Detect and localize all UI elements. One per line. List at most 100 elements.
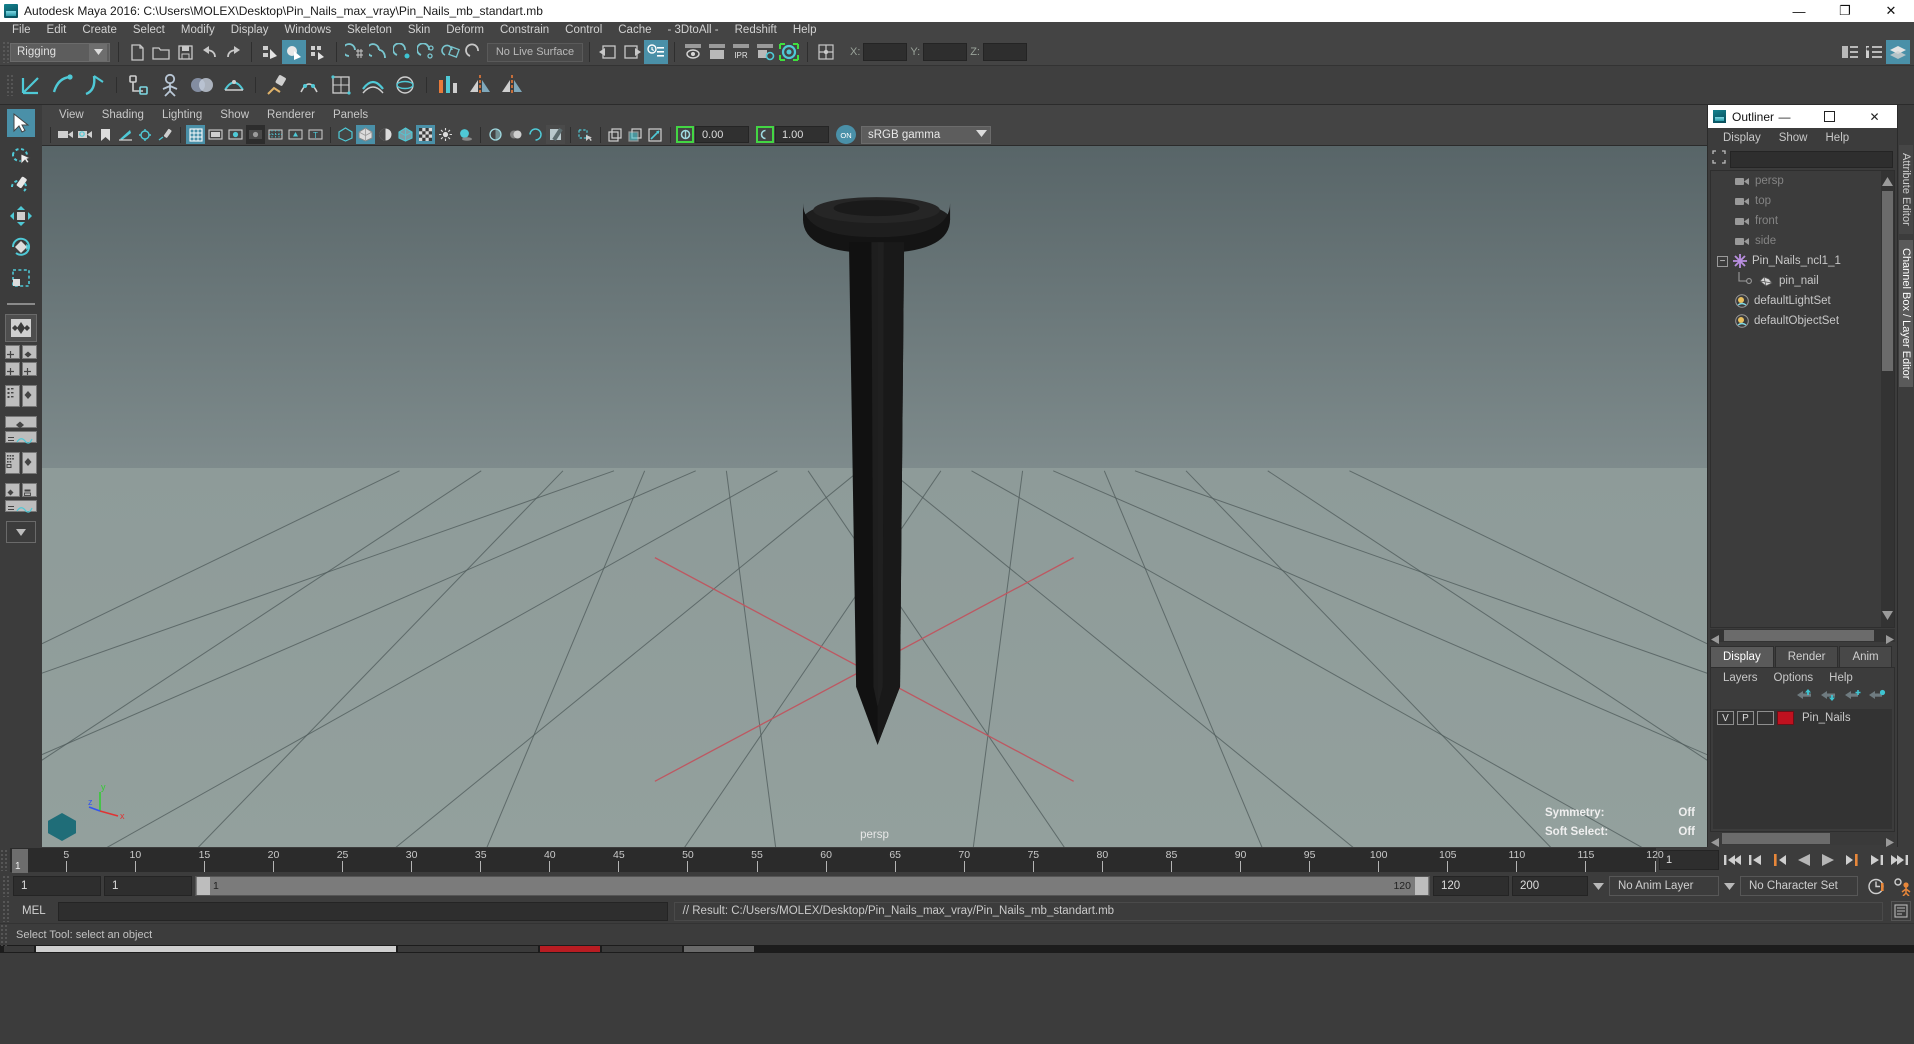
wireframe-icon[interactable] [336,125,355,144]
menu-item-control[interactable]: Control [557,22,610,39]
xray-active-components-icon[interactable] [646,125,665,144]
mirror-icon[interactable] [465,70,495,100]
viewport-menu-show[interactable]: Show [211,109,258,121]
layer-color-swatch[interactable] [1777,711,1794,725]
paint-select-tool[interactable] [7,171,35,199]
outliner-menu-show[interactable]: Show [1770,132,1817,144]
scroll-up-arrow-icon[interactable] [1882,173,1893,191]
persp-outliner-graph-layout[interactable] [5,483,37,497]
outliner-item-defaultlightset[interactable]: defaultLightSet [1711,291,1894,311]
render-current-frame-icon[interactable] [681,40,705,64]
layer-shading-toggle[interactable] [1757,711,1774,725]
outliner-tree[interactable]: persp top front side − Pin_Nails_ncl1_1 pin_na… [1710,170,1895,628]
time-slider-track[interactable]: 1 5 10 15 20 25 30 35 40 45 50 55 60 65 70 75 80 85 90 95 1… [10,848,1664,873]
range-start-field[interactable]: 1 [104,876,192,896]
undo-icon[interactable] [197,40,221,64]
taskbar-item[interactable] [684,946,754,952]
outliner-item-top[interactable]: top [1711,191,1894,211]
scroll-right-arrow-icon[interactable] [1886,834,1894,852]
viewport-menu-panels[interactable]: Panels [324,109,377,121]
outliner-menu-help[interactable]: Help [1817,132,1859,144]
show-hide-tool-settings-icon[interactable] [1862,40,1886,64]
color-management-toggle-icon[interactable]: ON [836,125,856,144]
outliner-item-front[interactable]: front [1711,211,1894,231]
anim-start-field[interactable]: 1 [13,876,101,896]
taskbar-item[interactable] [602,946,682,952]
current-time-indicator[interactable]: 1 [12,849,28,873]
outliner-scroll-thumb[interactable] [1882,191,1893,371]
output-connections-icon[interactable] [620,40,644,64]
menu-item-deform[interactable]: Deform [438,22,492,39]
select-hierarchy-icon[interactable] [258,40,282,64]
menu-item-create[interactable]: Create [74,22,125,39]
move-layer-down-icon[interactable] [1821,688,1838,706]
ik-spline-handle-icon[interactable] [80,70,110,100]
safe-action-icon[interactable] [286,125,305,144]
snap-to-live-icon[interactable] [463,40,487,64]
scroll-left-arrow-icon[interactable] [1711,834,1719,852]
move-tool[interactable] [7,202,35,230]
create-skeleton-icon[interactable] [123,70,153,100]
screen-space-ao-icon[interactable] [486,125,505,144]
film-gate-icon[interactable] [206,125,225,144]
new-layer-icon[interactable] [1845,688,1862,706]
exposure-value[interactable]: 0.00 [695,126,749,143]
more-layouts[interactable] [6,521,36,543]
input-connections-icon[interactable] [596,40,620,64]
outliner-vertical-scrollbar[interactable] [1881,171,1894,627]
menu-item-skin[interactable]: Skin [400,22,438,39]
grease-pencil-icon[interactable] [156,125,175,144]
menu-item-windows[interactable]: Windows [276,22,339,39]
menu-item-skeleton[interactable]: Skeleton [339,22,400,39]
persp-graph-editor-layout[interactable] [5,431,37,444]
menuset-dropdown[interactable]: Rigging [10,42,110,62]
viewport-menu-shading[interactable]: Shading [93,109,153,121]
outliner-filter-icon[interactable] [1712,149,1726,169]
tab-render[interactable]: Render [1774,646,1839,667]
show-hide-attribute-editor-icon[interactable] [1838,40,1862,64]
play-forwards-icon[interactable] [1816,849,1839,871]
layer-horizontal-scrollbar[interactable] [1710,832,1895,847]
shelf-grip[interactable] [6,74,14,96]
save-scene-icon[interactable] [173,40,197,64]
animation-preferences-icon[interactable] [1891,875,1914,897]
persp-outliner-layout[interactable] [5,385,37,407]
layer-hscroll-thumb[interactable] [1722,833,1830,844]
move-layer-up-icon[interactable] [1797,688,1814,706]
coord-y-input[interactable] [923,43,968,61]
range-right-handle[interactable] [1415,877,1428,895]
timeslider-grip[interactable] [0,849,8,871]
xray-icon[interactable] [606,125,625,144]
menu-item-select[interactable]: Select [125,22,173,39]
step-forward-key-icon[interactable] [1840,849,1863,871]
lattice-icon[interactable] [326,70,356,100]
render-view-icon[interactable] [814,40,838,64]
outliner-search-input[interactable] [1730,150,1893,168]
nail-3d-model[interactable] [42,146,1707,847]
layer-visibility-toggle[interactable]: V [1717,711,1734,725]
step-forward-frame-icon[interactable] [1864,849,1887,871]
outliner-minimize-button[interactable]: — [1762,105,1807,128]
resolution-gate-icon[interactable] [226,125,245,144]
outliner-menu-display[interactable]: Display [1714,132,1770,144]
wire-tool-icon[interactable] [358,70,388,100]
image-plane-icon[interactable] [116,125,135,144]
ik-handle-tool-icon[interactable] [48,70,78,100]
hypershade-icon[interactable] [777,40,801,64]
taskbar-item[interactable] [398,946,538,952]
snap-to-point-icon[interactable] [391,40,415,64]
rangeslider-grip[interactable] [2,875,10,897]
outliner-item-pin-nail[interactable]: pin_nail [1711,271,1894,291]
layer-list[interactable]: V P Pin_Nails [1713,709,1892,829]
play-backwards-icon[interactable] [1792,849,1815,871]
menu-item-help[interactable]: Help [785,22,825,39]
select-object-icon[interactable] [282,40,306,64]
render-settings-icon[interactable] [753,40,777,64]
skin-bind-icon[interactable] [219,70,249,100]
taskbar-item[interactable] [4,946,34,952]
persp-graph-bottom-layout[interactable] [5,500,37,513]
outliner-item-pin-nails-ncl1-1[interactable]: − Pin_Nails_ncl1_1 [1711,251,1894,271]
menu-item-redshift[interactable]: Redshift [727,22,785,39]
range-end-field[interactable]: 120 [1433,876,1509,896]
pose-icon[interactable] [497,70,527,100]
